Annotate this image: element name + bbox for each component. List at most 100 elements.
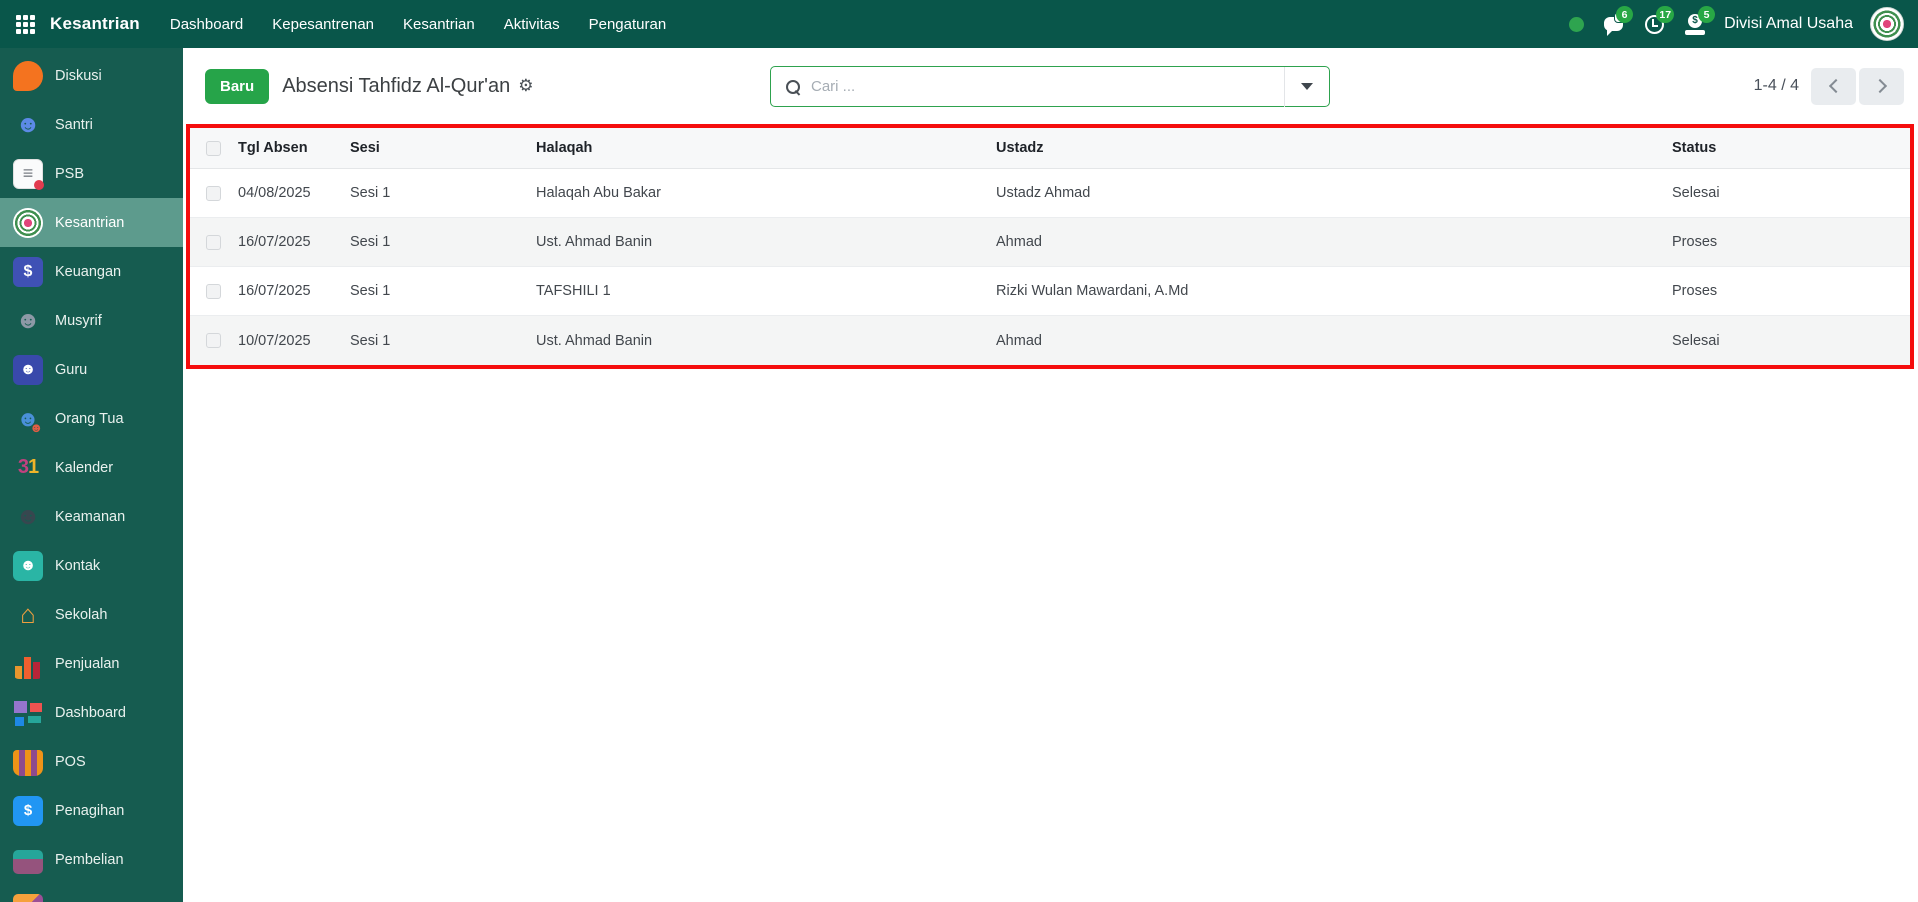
sidebar-item-pembelian[interactable]: Pembelian bbox=[0, 835, 183, 884]
sales-badge: 5 bbox=[1698, 6, 1716, 23]
search-input[interactable] bbox=[811, 78, 1284, 95]
sidebar-item-stok-persediaan[interactable]: Stok Persediaan bbox=[0, 884, 183, 902]
cell-sesi: Sesi 1 bbox=[350, 234, 391, 250]
row-checkbox[interactable] bbox=[205, 234, 221, 250]
select-all-checkbox[interactable] bbox=[205, 140, 221, 156]
sidebar-item-kesantrian[interactable]: Kesantrian bbox=[0, 198, 183, 247]
pager-previous-button[interactable] bbox=[1811, 67, 1856, 105]
row-checkbox[interactable] bbox=[205, 185, 221, 201]
penjualan-icon bbox=[13, 648, 43, 679]
keuangan-icon: $ bbox=[13, 256, 43, 287]
menu-item-dashboard[interactable]: Dashboard bbox=[170, 16, 243, 33]
pembelian-icon bbox=[13, 849, 43, 874]
column-header-tgl-absen[interactable]: Tgl Absen bbox=[236, 140, 348, 156]
pager: 1-4 / 4 bbox=[1754, 48, 1904, 124]
chevron-down-icon bbox=[1301, 83, 1313, 90]
table-row[interactable]: 16/07/2025 Sesi 1 TAFSHILI 1 Rizki Wulan… bbox=[190, 267, 1910, 316]
main-menu: Dashboard Kepesantrenan Kesantrian Aktiv… bbox=[170, 16, 666, 33]
column-header-status[interactable]: Status bbox=[1670, 140, 1910, 156]
cell-sesi: Sesi 1 bbox=[350, 332, 391, 349]
column-header-ustadz[interactable]: Ustadz bbox=[994, 140, 1670, 156]
kalender-icon: 31 bbox=[13, 453, 43, 483]
user-menu-name[interactable]: Divisi Amal Usaha bbox=[1724, 15, 1853, 33]
musyrif-icon: ☻ bbox=[15, 306, 41, 334]
presence-dot bbox=[1569, 16, 1585, 32]
sidebar-item-sekolah[interactable]: ⌂ Sekolah bbox=[0, 590, 183, 639]
systray: 6 17 5 Divisi Amal Usaha bbox=[1569, 6, 1918, 41]
guru-icon: ☻ bbox=[13, 354, 43, 385]
table-highlight-annotation: Tgl Absen Sesi Halaqah Ustadz Status 04/… bbox=[186, 124, 1914, 369]
cell-halaqah: Halaqah Abu Bakar bbox=[536, 185, 661, 201]
pager-range: 1-4 / 4 bbox=[1753, 77, 1799, 94]
keamanan-icon: ☻ bbox=[15, 502, 41, 530]
activities-badge: 17 bbox=[1656, 6, 1675, 23]
sidebar-item-dashboard[interactable]: Dashboard bbox=[0, 688, 183, 737]
sidebar-item-musyrif[interactable]: ☻ Musyrif bbox=[0, 296, 183, 345]
table-row[interactable]: 04/08/2025 Sesi 1 Halaqah Abu Bakar Usta… bbox=[190, 169, 1910, 218]
pager-next-button[interactable] bbox=[1859, 67, 1904, 105]
sidebar-item-santri[interactable]: ☻ Santri bbox=[0, 100, 183, 149]
sidebar-item-kontak[interactable]: ☻ Kontak bbox=[0, 541, 183, 590]
search-filters-toggle[interactable] bbox=[1285, 67, 1329, 106]
column-header-sesi[interactable]: Sesi bbox=[348, 140, 534, 156]
kesantrian-icon bbox=[13, 207, 43, 238]
cell-halaqah: TAFSHILI 1 bbox=[536, 283, 611, 299]
sidebar-item-diskusi[interactable]: Diskusi bbox=[0, 51, 183, 100]
sidebar-item-penjualan[interactable]: Penjualan bbox=[0, 639, 183, 688]
sales-notifications-button[interactable]: 5 bbox=[1683, 6, 1716, 36]
sidebar-item-orang-tua[interactable]: ☻ Orang Tua bbox=[0, 394, 183, 443]
gear-icon[interactable]: ⚙ bbox=[518, 76, 533, 96]
messages-button[interactable]: 6 bbox=[1601, 6, 1634, 36]
cell-status: Proses bbox=[1672, 234, 1718, 250]
row-checkbox[interactable] bbox=[205, 283, 221, 299]
top-navbar: Kesantrian Dashboard Kepesantrenan Kesan… bbox=[0, 0, 1918, 48]
cell-sesi: Sesi 1 bbox=[350, 185, 391, 201]
cell-halaqah: Ust. Ahmad Banin bbox=[536, 332, 653, 349]
kontak-icon: ☻ bbox=[13, 550, 43, 581]
sidebar-item-pos[interactable]: POS bbox=[0, 737, 183, 786]
view-title-wrap: Absensi Tahfidz Al-Qur'an ⚙ bbox=[282, 75, 533, 98]
sidebar-item-keuangan[interactable]: $ Keuangan bbox=[0, 247, 183, 296]
sidebar-item-kalender[interactable]: 31 Kalender bbox=[0, 443, 183, 492]
search-box bbox=[770, 66, 1330, 107]
row-checkbox[interactable] bbox=[205, 333, 221, 348]
discuss-icon bbox=[13, 60, 43, 91]
column-header-halaqah[interactable]: Halaqah bbox=[534, 140, 994, 156]
new-record-button[interactable]: Baru bbox=[205, 68, 270, 104]
table-row[interactable]: 16/07/2025 Sesi 1 Ust. Ahmad Banin Ahmad… bbox=[190, 218, 1910, 267]
sekolah-icon: ⌂ bbox=[20, 599, 36, 629]
cell-status: Selesai bbox=[1672, 332, 1720, 349]
menu-item-kesantrian[interactable]: Kesantrian bbox=[403, 16, 475, 33]
dashboard-icon bbox=[13, 697, 43, 728]
app-sidebar: Diskusi ☻ Santri ≡ PSB Kesantrian $ Keua… bbox=[0, 48, 183, 902]
menu-item-aktivitas[interactable]: Aktivitas bbox=[504, 16, 560, 33]
search-icon bbox=[786, 79, 800, 94]
avatar[interactable] bbox=[1870, 7, 1904, 41]
app-brand-title: Kesantrian bbox=[50, 14, 140, 33]
menu-item-kepesantrenan[interactable]: Kepesantrenan bbox=[272, 16, 374, 33]
pos-icon bbox=[13, 749, 43, 776]
control-panel: Baru Absensi Tahfidz Al-Qur'an ⚙ 1-4 / 4 bbox=[183, 48, 1918, 124]
sidebar-item-keamanan[interactable]: ☻ Keamanan bbox=[0, 492, 183, 541]
cell-tgl-absen: 16/07/2025 bbox=[238, 283, 311, 299]
sidebar-item-psb[interactable]: ≡ PSB bbox=[0, 149, 183, 198]
sidebar-item-penagihan[interactable]: $ Penagihan bbox=[0, 786, 183, 835]
chevron-right-icon bbox=[1872, 78, 1887, 94]
sidebar-item-guru[interactable]: ☻ Guru bbox=[0, 345, 183, 394]
apps-grid-icon bbox=[15, 14, 35, 34]
cell-status: Proses bbox=[1672, 283, 1718, 299]
activities-button[interactable]: 17 bbox=[1642, 6, 1675, 36]
menu-item-pengaturan[interactable]: Pengaturan bbox=[589, 16, 667, 33]
page-title: Absensi Tahfidz Al-Qur'an bbox=[282, 74, 511, 97]
table-row[interactable]: 10/07/2025 Sesi 1 Ust. Ahmad Banin Ahmad… bbox=[190, 316, 1910, 365]
cell-halaqah: Ust. Ahmad Banin bbox=[536, 234, 653, 250]
apps-menu-button[interactable] bbox=[0, 0, 50, 48]
cell-status: Selesai bbox=[1672, 185, 1720, 201]
main-content: Baru Absensi Tahfidz Al-Qur'an ⚙ 1-4 / 4 bbox=[183, 48, 1918, 902]
orang-tua-icon: ☻ bbox=[13, 404, 43, 435]
list-body: 04/08/2025 Sesi 1 Halaqah Abu Bakar Usta… bbox=[190, 169, 1910, 365]
chevron-left-icon bbox=[1828, 78, 1843, 94]
penagihan-icon: $ bbox=[13, 795, 43, 826]
messages-badge: 6 bbox=[1616, 6, 1634, 23]
cell-tgl-absen: 04/08/2025 bbox=[238, 185, 311, 201]
